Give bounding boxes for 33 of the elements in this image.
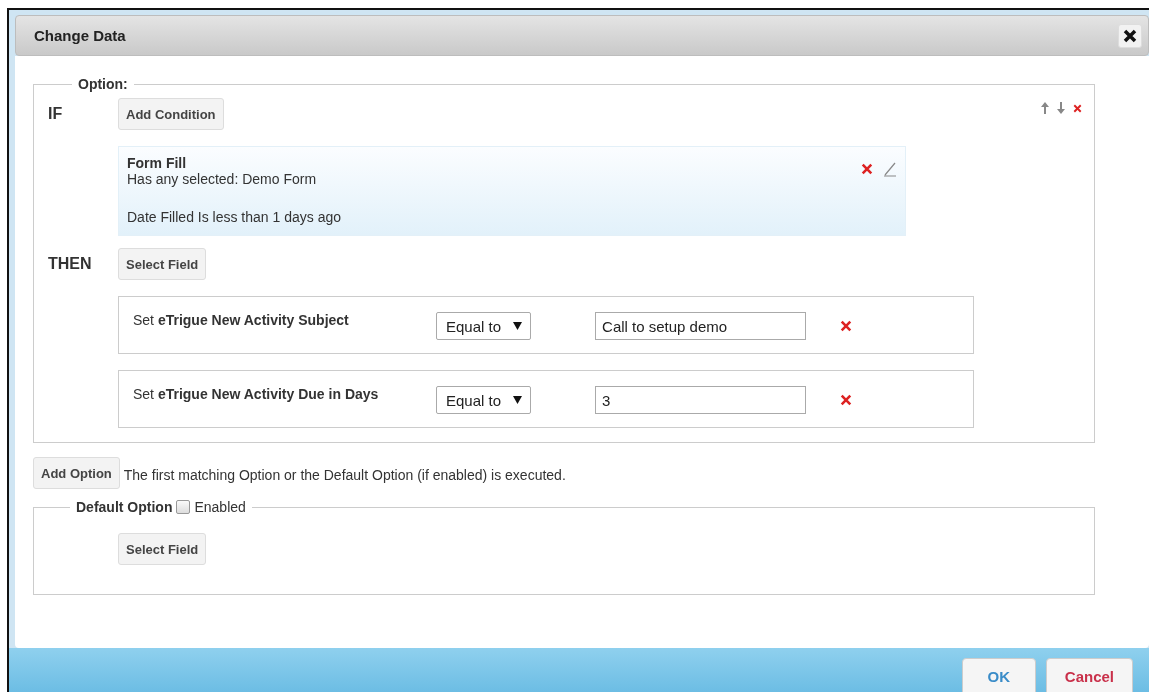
add-condition-button[interactable]: Add Condition — [118, 98, 224, 130]
down-arrow-icon[interactable] — [1057, 102, 1065, 114]
enabled-label: Enabled — [194, 499, 246, 515]
delete-icon[interactable] — [861, 163, 873, 175]
delete-icon[interactable] — [840, 394, 853, 406]
then-label: THEN — [48, 255, 93, 273]
pencil-icon[interactable] — [883, 161, 897, 177]
condition-title: Form Fill — [127, 155, 188, 171]
operator-select[interactable]: Equal to — [436, 386, 532, 414]
add-option-button[interactable]: Add Option — [33, 457, 120, 489]
value-field[interactable]: Call to setup demo — [595, 312, 807, 340]
value-field[interactable]: 3 — [595, 386, 807, 414]
caret-icon — [513, 322, 523, 330]
cancel-button[interactable]: Cancel — [1045, 658, 1133, 692]
window-title: Change Data — [34, 27, 126, 44]
enabled-checkbox[interactable] — [176, 500, 191, 514]
operator-select[interactable]: Equal to — [436, 312, 532, 340]
action-label: Set eTrigue New Activity Due in Days — [133, 386, 380, 402]
select-field-button[interactable]: Select Field — [118, 248, 207, 280]
up-arrow-icon[interactable] — [1041, 102, 1049, 114]
condition-text: Has any selected: Demo Form — [127, 171, 318, 187]
if-label: IF — [48, 105, 64, 123]
action-label: Set eTrigue New Activity Subject — [133, 312, 350, 328]
select-field-button[interactable]: Select Field — [118, 533, 207, 565]
caret-icon — [513, 396, 523, 404]
delete-icon[interactable] — [1073, 103, 1082, 113]
condition-text: Date Filled Is less than 1 days ago — [127, 209, 341, 225]
hint-text: The first matching Option or the Default Option (if enabled) is executed. — [123, 467, 566, 483]
close-button[interactable] — [1118, 23, 1142, 48]
option-legend: Option: — [78, 76, 128, 92]
close-icon — [1123, 28, 1137, 43]
delete-icon[interactable] — [840, 320, 853, 332]
default-option-legend: Default Option — [76, 499, 173, 515]
